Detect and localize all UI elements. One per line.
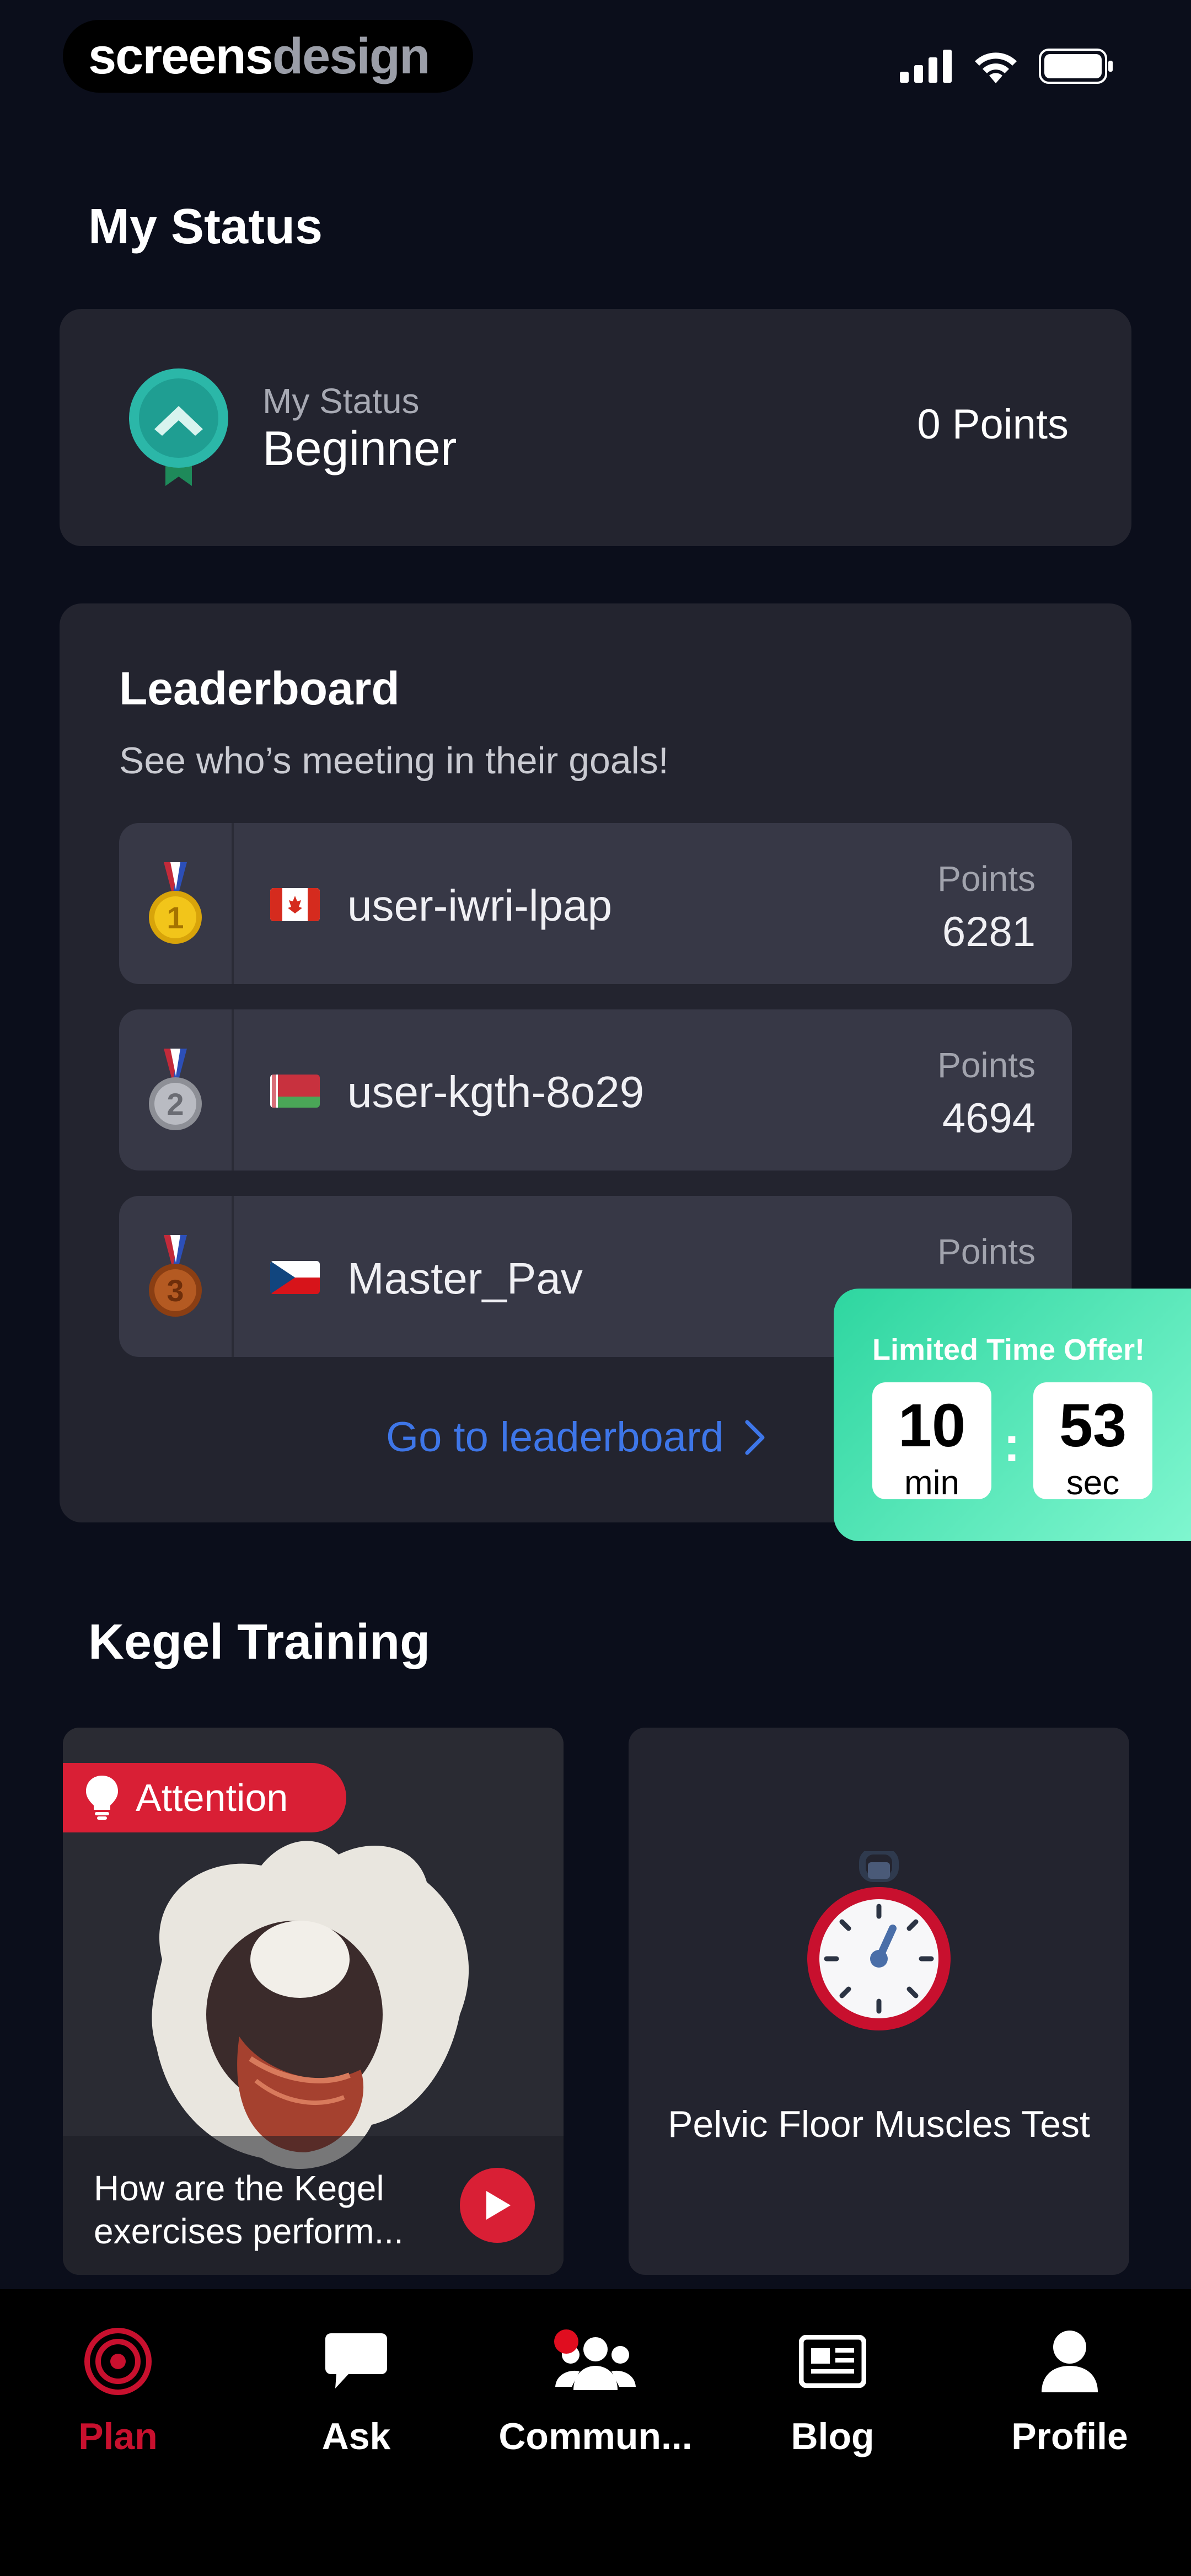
notification-dot xyxy=(554,2329,578,2354)
chat-bubble-icon xyxy=(325,2333,387,2388)
nav-label-profile: Profile xyxy=(1011,2415,1128,2457)
canada-flag-icon xyxy=(270,888,320,921)
brand-logo-part2: design xyxy=(272,28,430,84)
status-level: Beginner xyxy=(262,421,457,475)
play-icon xyxy=(486,2191,511,2220)
video-caption: How are the Kegel exercises perform... xyxy=(94,2168,404,2252)
gold-medal-icon: 1 xyxy=(149,862,202,944)
attention-badge: Attention xyxy=(63,1763,346,1832)
nav-label-plan: Plan xyxy=(78,2415,158,2457)
kegel-video-card[interactable]: Attention How are the Kegel exercises pe… xyxy=(63,1728,564,2275)
bottom-navigation: Plan Ask Commun... Blog Profile xyxy=(0,2289,1191,2576)
pelvic-floor-test-card[interactable]: Pelvic Floor Muscles Test xyxy=(629,1728,1129,2275)
status-label: My Status xyxy=(262,381,420,421)
rank-cell: 3 xyxy=(119,1196,234,1357)
rank-number: 2 xyxy=(167,1087,184,1121)
leaderboard-title: Leaderboard xyxy=(119,662,400,714)
offer-minutes-unit: min xyxy=(904,1464,959,1502)
system-status-icons xyxy=(900,49,1114,84)
nav-item-community[interactable]: Commun... xyxy=(485,2320,706,2458)
wifi-icon xyxy=(975,52,1017,83)
czechia-flag-icon xyxy=(270,1261,320,1294)
silver-medal-icon: 2 xyxy=(149,1049,202,1130)
leaderboard-username: user-iwri-lpap xyxy=(347,881,613,930)
points-label: Points xyxy=(937,1045,1036,1085)
leaderboard-username: user-kgth-8o29 xyxy=(347,1067,645,1116)
limited-offer-widget[interactable]: Limited Time Offer! 10 min : 53 sec xyxy=(834,1289,1191,1541)
points-value: 4694 xyxy=(942,1095,1036,1142)
nav-item-ask[interactable]: Ask xyxy=(246,2320,466,2458)
points-value: 6281 xyxy=(942,908,1036,955)
status-points: 0 Points xyxy=(917,401,1069,448)
belarus-flag-icon xyxy=(270,1075,320,1108)
points-label: Points xyxy=(937,1232,1036,1271)
nav-item-blog[interactable]: Blog xyxy=(722,2320,943,2458)
go-to-leaderboard-link[interactable]: Go to leaderboard xyxy=(386,1413,766,1461)
play-button[interactable] xyxy=(460,2168,535,2243)
go-to-leaderboard-label: Go to leaderboard xyxy=(386,1414,724,1461)
person-icon xyxy=(1042,2331,1098,2392)
bronze-medal-icon: 3 xyxy=(149,1235,202,1317)
offer-seconds: 53 xyxy=(1059,1392,1127,1460)
offer-title: Limited Time Offer! xyxy=(872,1333,1145,1366)
nav-item-plan[interactable]: Plan xyxy=(8,2320,228,2458)
nav-label-blog: Blog xyxy=(791,2415,875,2457)
brand-logo-part1: screens xyxy=(88,28,273,84)
target-icon xyxy=(84,2328,152,2395)
leaderboard-username: Master_Pav xyxy=(347,1254,583,1303)
my-status-heading: My Status xyxy=(88,199,323,254)
rank-cell: 1 xyxy=(119,823,234,984)
chevron-right-icon xyxy=(745,1420,765,1455)
points-label: Points xyxy=(937,859,1036,899)
nav-label-community: Commun... xyxy=(498,2415,693,2457)
offer-minutes-box: 10 min xyxy=(872,1382,991,1502)
nav-label-ask: Ask xyxy=(321,2415,391,2457)
leaderboard-row[interactable]: 2 user-kgth-8o29 Points 4694 xyxy=(119,1009,1072,1171)
offer-seconds-box: 53 sec xyxy=(1033,1382,1152,1502)
community-icon xyxy=(554,2329,636,2390)
battery-icon xyxy=(1039,49,1113,84)
brand-logo: screens design xyxy=(63,20,473,93)
pelvic-floor-test-label: Pelvic Floor Muscles Test xyxy=(668,2103,1090,2145)
offer-separator: : xyxy=(1004,1417,1020,1472)
offer-seconds-unit: sec xyxy=(1066,1464,1120,1502)
kegel-training-heading: Kegel Training xyxy=(88,1615,431,1670)
leaderboard-subtitle: See who’s meeting in their goals! xyxy=(119,740,669,782)
lightbulb-icon xyxy=(86,1776,118,1820)
cellular-signal-icon xyxy=(900,50,952,83)
attention-label: Attention xyxy=(136,1776,288,1819)
leaderboard-row[interactable]: 1 user-iwri-lpap Points 6281 xyxy=(119,823,1072,984)
rank-number: 1 xyxy=(167,900,184,935)
stopwatch-icon xyxy=(807,1851,951,2030)
status-badge-icon xyxy=(129,368,228,486)
rank-number: 3 xyxy=(167,1273,184,1308)
offer-minutes: 10 xyxy=(898,1392,966,1460)
rank-cell: 2 xyxy=(119,1009,234,1171)
newspaper-icon xyxy=(799,2335,866,2388)
nav-item-profile[interactable]: Profile xyxy=(959,2320,1180,2458)
